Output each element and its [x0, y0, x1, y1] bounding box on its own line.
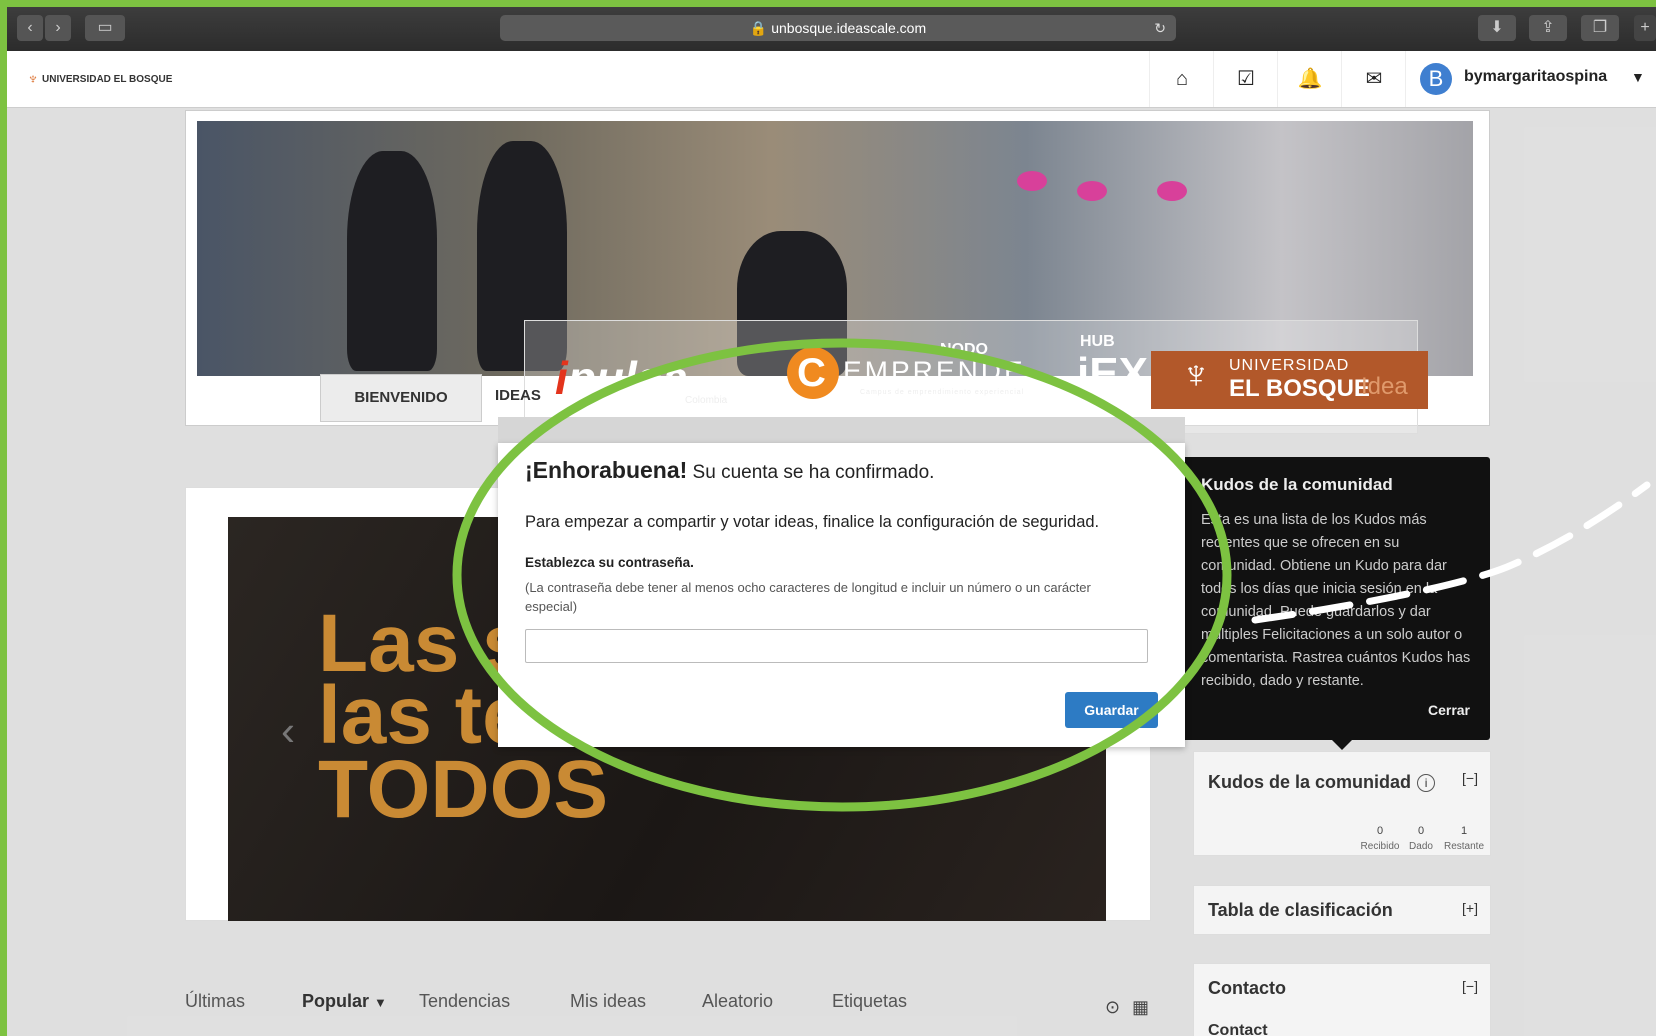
- highlight-ellipse: [452, 338, 1232, 812]
- annotation-layer: [452, 338, 1651, 812]
- dashed-arrow-line: [1251, 481, 1651, 624]
- screen-frame: ‹ › ▭ 🔒 unbosque.ideascale.com ↻ ⬇ ⇪ ❐ +…: [7, 7, 1656, 1036]
